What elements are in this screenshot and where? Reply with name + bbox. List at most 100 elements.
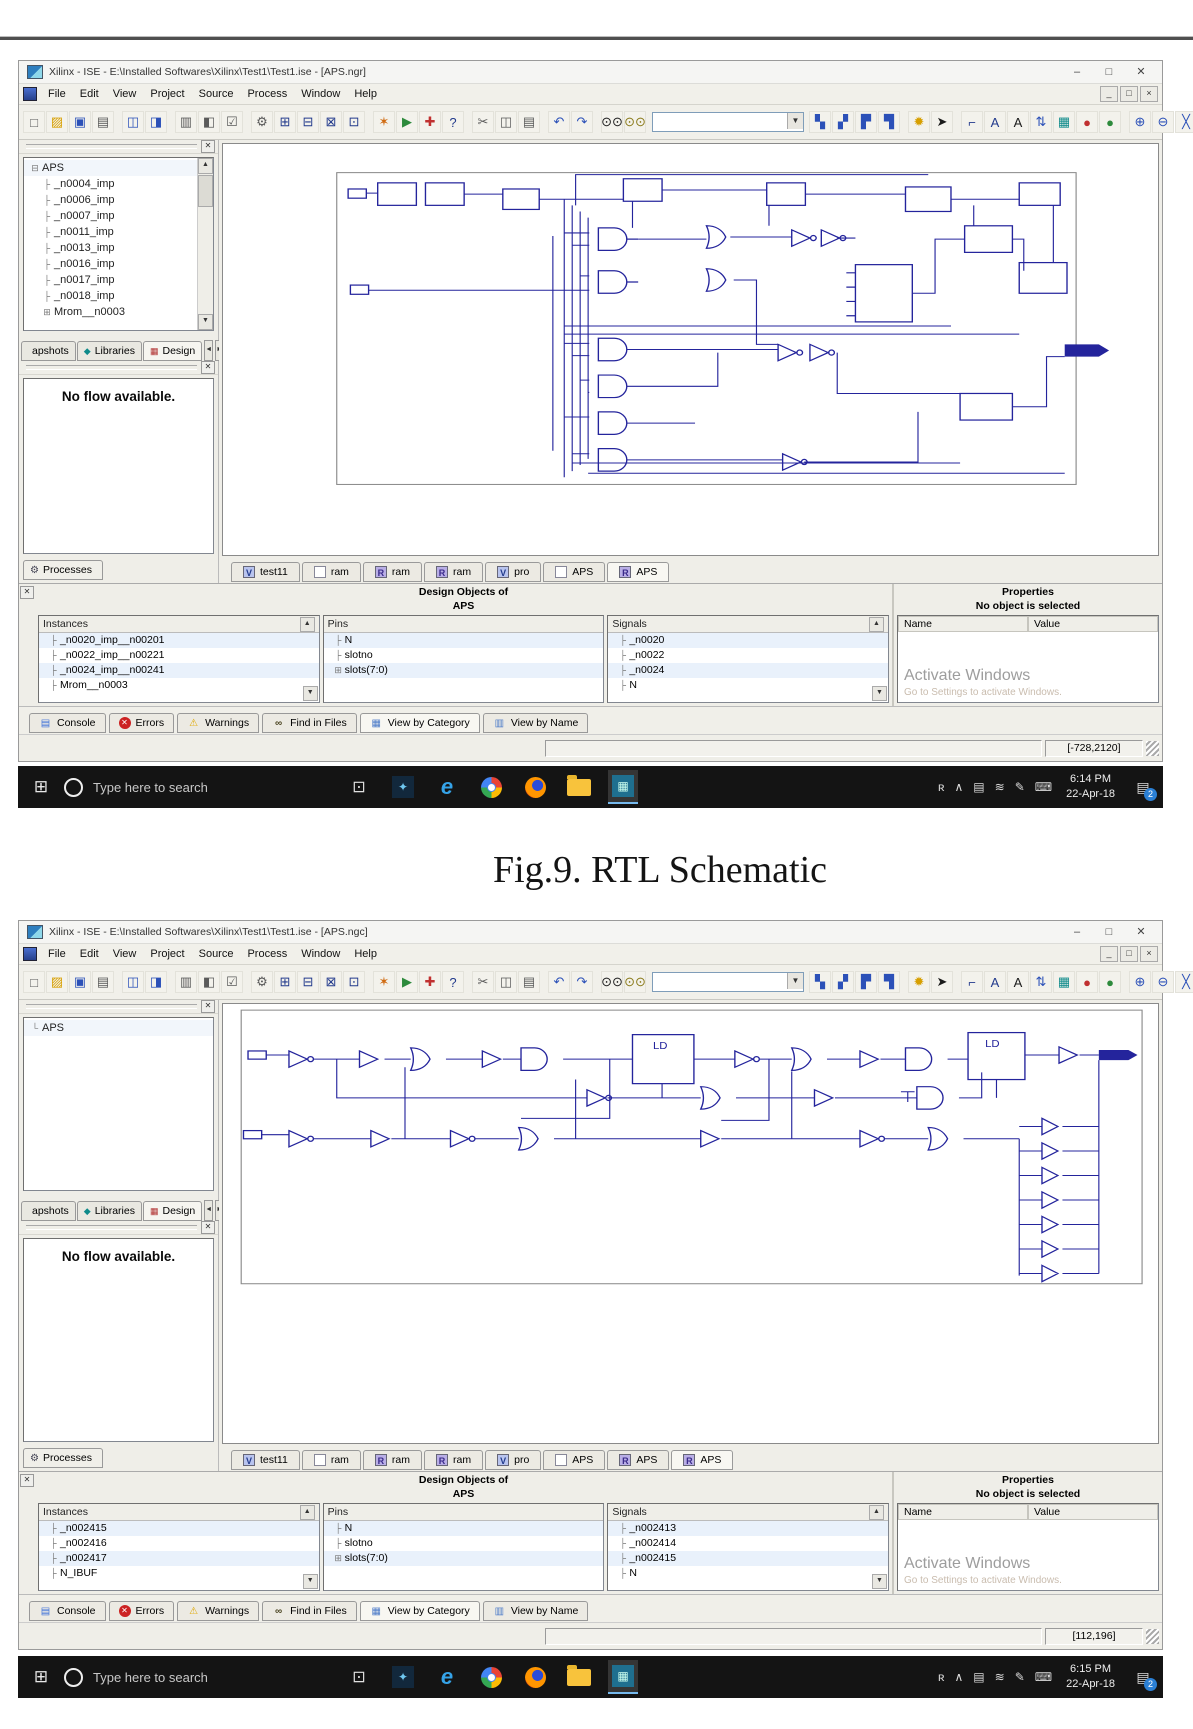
tray-icon[interactable]: ▤	[973, 780, 984, 794]
toolbar-icon[interactable]: ▨	[46, 111, 68, 133]
list-item[interactable]: ├ _n002414	[608, 1536, 888, 1551]
scroll-down-icon[interactable]: ▼	[872, 686, 888, 701]
menu-item[interactable]: Help	[347, 86, 384, 102]
minimize-icon[interactable]: –	[1064, 922, 1090, 942]
tree-expander-icon[interactable]: ├	[40, 288, 54, 304]
toolbar-icon[interactable]: ╳	[1175, 971, 1193, 993]
panel-grip[interactable]: ✕	[19, 1000, 218, 1014]
maximize-icon[interactable]: □	[1096, 922, 1122, 942]
toolbar-icon[interactable]: ⊕	[1129, 971, 1151, 993]
maximize-icon[interactable]: □	[1096, 62, 1122, 82]
toolbar-icon[interactable]: ✂	[472, 971, 494, 993]
console-tab[interactable]: ⚠ Warnings	[177, 1601, 260, 1621]
document-tab[interactable]: Rram	[424, 562, 484, 582]
toolbar-icon[interactable]	[465, 111, 471, 133]
name-column-header[interactable]: Name	[898, 1504, 1028, 1521]
toolbar-icon[interactable]: ⊕	[1129, 111, 1151, 133]
toolbar-icon[interactable]: □	[23, 111, 45, 133]
toolbar-icon[interactable]: ▦	[1053, 971, 1075, 993]
toolbar-icon[interactable]: ▨	[46, 971, 68, 993]
scroll-up-icon[interactable]: ▲	[869, 616, 885, 632]
panel-grip[interactable]: ✕	[19, 140, 218, 154]
toolbar-icon[interactable]: ⊟	[297, 111, 319, 133]
tree-expander-icon[interactable]: ├	[40, 224, 54, 240]
toolbar-icon[interactable]: ⊙⊙	[624, 111, 646, 133]
toolbar-icon[interactable]: ▜	[878, 971, 900, 993]
toolbar-icon[interactable]	[594, 111, 600, 133]
chrome-icon[interactable]	[476, 1660, 506, 1694]
left-tab[interactable]: apshots	[21, 341, 76, 361]
close-icon[interactable]: ✕	[201, 1221, 215, 1234]
technology-schematic-canvas[interactable]: LD LD	[222, 1003, 1159, 1444]
notification-center-icon[interactable]: ▤ 2	[1129, 1662, 1157, 1692]
tab-processes[interactable]: ⚙ Processes	[23, 560, 103, 580]
task-view-icon[interactable]: ⊡	[344, 1660, 374, 1694]
tab-scroll-left-icon[interactable]: ◄	[204, 1200, 214, 1221]
list-item[interactable]: ├ Mrom__n0003	[39, 678, 319, 693]
toolbar-icon[interactable]: ⇅	[1030, 971, 1052, 993]
toolbar-icon[interactable]: ●	[1076, 111, 1098, 133]
list-item[interactable]: ├ _n002416	[39, 1536, 319, 1551]
scroll-up-icon[interactable]: ▲	[198, 158, 213, 174]
menu-item[interactable]: Project	[143, 86, 191, 102]
list-item[interactable]: ⊞ slots(7:0)	[323, 1551, 604, 1567]
toolbar-icon[interactable]: ▤	[92, 971, 114, 993]
toolbar-icon[interactable]	[954, 971, 960, 993]
left-tab[interactable]: apshots	[21, 1201, 76, 1221]
mdi-close-icon[interactable]: ×	[1140, 86, 1158, 102]
close-icon[interactable]: ✕	[20, 1474, 34, 1487]
mdi-minimize-icon[interactable]: _	[1100, 86, 1118, 102]
tree-expander-icon[interactable]: ⊟	[28, 160, 42, 176]
firefox-icon[interactable]	[520, 770, 550, 804]
toolbar-icon[interactable]: ☑	[221, 971, 243, 993]
resize-grip[interactable]	[1146, 1628, 1159, 1644]
toolbar-icon[interactable]: ➤	[931, 971, 953, 993]
toolbar-icon[interactable]: ▥	[175, 111, 197, 133]
toolbar-icon[interactable]	[901, 111, 907, 133]
toolbar-icon[interactable]: ▶	[396, 971, 418, 993]
document-tab[interactable]: ram	[301, 1450, 361, 1470]
close-icon[interactable]: ✕	[201, 140, 215, 153]
find-combo-box[interactable]: ▼	[652, 972, 804, 992]
tree-item[interactable]: ├ _n0016_imp	[24, 256, 197, 272]
name-column-header[interactable]: Name	[898, 616, 1028, 633]
edge-icon[interactable]: e	[432, 770, 462, 804]
taskbar-clock[interactable]: 6:14 PM 22-Apr-18	[1066, 772, 1115, 802]
menu-item[interactable]: Edit	[73, 946, 106, 962]
scroll-up-icon[interactable]: ▲	[299, 1504, 315, 1520]
taskbar-clock[interactable]: 6:15 PM 22-Apr-18	[1066, 1662, 1115, 1692]
chevron-down-icon[interactable]: ▼	[787, 113, 803, 129]
toolbar-icon[interactable]: ?	[442, 111, 464, 133]
list-item[interactable]: ├ N_IBUF	[39, 1566, 319, 1581]
tree-item[interactable]: ├ _n0018_imp	[24, 288, 197, 304]
document-tab[interactable]: R APS	[671, 1450, 734, 1470]
toolbar-icon[interactable]: ◧	[198, 111, 220, 133]
list-item[interactable]: ├ _n0020	[608, 633, 889, 649]
menu-item[interactable]: Window	[294, 86, 347, 102]
tree-expander-icon[interactable]: ├	[40, 208, 54, 224]
list-item[interactable]: ├ slotno	[324, 648, 604, 663]
toolbar-icon[interactable]	[115, 971, 121, 993]
toolbar-icon[interactable]: A	[984, 111, 1006, 133]
list-item[interactable]: ├ _n002415	[608, 1551, 889, 1567]
document-tab[interactable]: Vpro	[485, 1450, 542, 1470]
tree-expander-icon[interactable]: ├	[40, 256, 54, 272]
tray-icon[interactable]: ⌨	[1035, 780, 1052, 794]
pins-header[interactable]: Pins	[323, 1504, 604, 1522]
console-tab[interactable]: ▦ View by Category	[359, 713, 480, 733]
chrome-icon[interactable]	[476, 770, 506, 804]
tree-item[interactable]: ├ _n0007_imp	[24, 208, 197, 224]
console-tab[interactable]: ✕ Errors	[108, 1601, 175, 1621]
list-item[interactable]: ├ _n002417	[39, 1551, 319, 1567]
list-item[interactable]: ├ _n002415	[39, 1521, 319, 1537]
menu-item[interactable]: Window	[294, 946, 347, 962]
toolbar-icon[interactable]: ↷	[571, 971, 593, 993]
document-tab[interactable]: R APS	[607, 1450, 670, 1470]
title-bar[interactable]: Xilinx - ISE - E:\Installed Softwares\Xi…	[19, 61, 1162, 84]
toolbar-icon[interactable]: ✚	[419, 111, 441, 133]
toolbar-icon[interactable]: ◫	[495, 111, 517, 133]
list-item[interactable]: ├ _n0024_imp__n00241	[39, 663, 319, 679]
toolbar-icon[interactable]	[244, 111, 250, 133]
toolbar-icon[interactable]: ?	[442, 971, 464, 993]
instances-header[interactable]: Instances ▲	[39, 616, 319, 634]
